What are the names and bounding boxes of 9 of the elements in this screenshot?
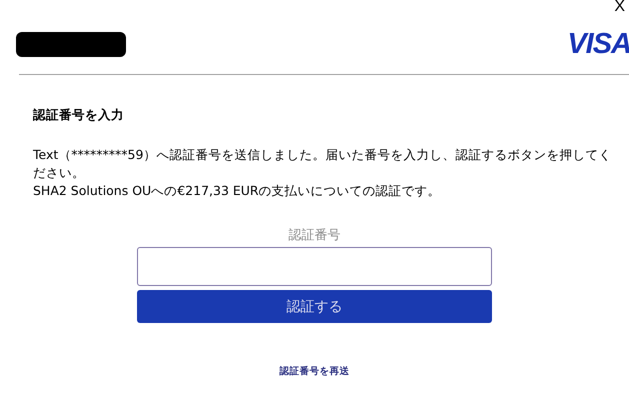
message-text: Text（*********59）へ認証番号を送信しました。届いた番号を入力し、認証するボタンを押してください。	[33, 146, 612, 182]
page-title: 認証番号を入力	[33, 107, 125, 124]
close-button[interactable]: X	[614, 0, 629, 14]
code-input-field[interactable]	[137, 247, 492, 286]
visa-logo: VISA	[567, 28, 629, 60]
field-label: 認証番号	[288, 227, 340, 244]
resend-link[interactable]: 認証番号を再送	[280, 365, 350, 378]
message-text: SHA2 Solutions OUへの€217,33 EURの支払いについての認証です。	[33, 182, 442, 200]
submit-button[interactable]: 認証する	[137, 290, 492, 323]
